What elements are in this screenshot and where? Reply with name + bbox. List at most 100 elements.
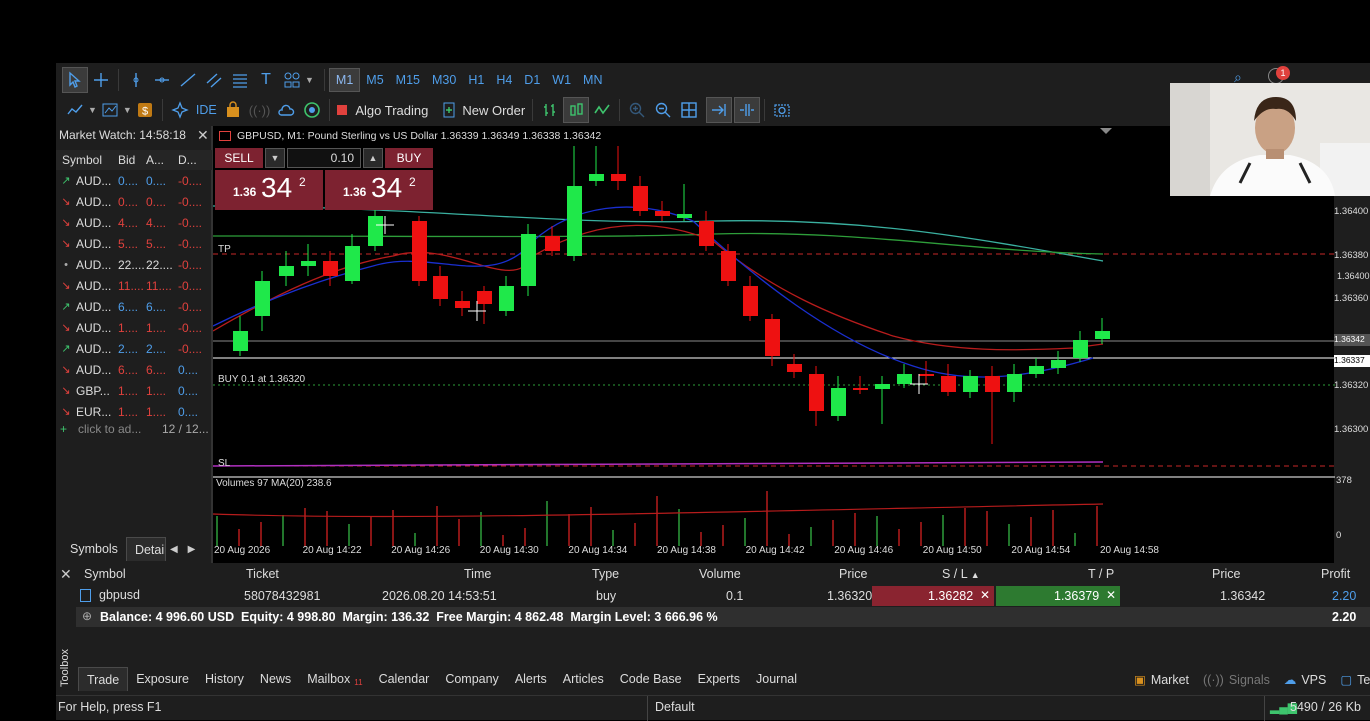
toolbox-side-label[interactable]: Toolbox bbox=[56, 643, 74, 693]
new-order-button[interactable]: New Order bbox=[437, 97, 528, 123]
line-chart-type-icon[interactable] bbox=[589, 97, 615, 123]
tab-code-base[interactable]: Code Base bbox=[612, 667, 690, 691]
tab-details[interactable]: Detail bbox=[125, 537, 166, 561]
position-row[interactable]: gbpusd 58078432981 2026.08.20 14:53:51 b… bbox=[76, 586, 1370, 606]
column-header-time[interactable]: Time bbox=[464, 567, 491, 581]
chart-shift-icon[interactable] bbox=[734, 97, 761, 123]
buy-label[interactable]: BUY bbox=[385, 148, 433, 168]
horizontal-line-icon[interactable] bbox=[149, 67, 175, 93]
tile-windows-icon[interactable] bbox=[676, 97, 702, 123]
buy-button[interactable]: 1.36 34 2 bbox=[325, 170, 433, 210]
tab-calendar[interactable]: Calendar bbox=[371, 667, 438, 691]
chart-window[interactable]: GBPUSD, M1: Pound Sterling vs US Dollar … bbox=[212, 126, 1370, 563]
algo-trading-button[interactable]: Algo Trading bbox=[334, 97, 431, 123]
column-header-sl[interactable]: S / L ▲ bbox=[942, 567, 980, 581]
profile-name[interactable]: Default bbox=[655, 700, 695, 714]
column-header-symbol[interactable]: Symbol bbox=[56, 153, 118, 167]
close-market-watch-icon[interactable]: ✕ bbox=[197, 127, 209, 144]
cursor-tool-icon[interactable] bbox=[62, 67, 88, 93]
remove-sl-icon[interactable]: ✕ bbox=[980, 588, 990, 602]
tab-exposure[interactable]: Exposure bbox=[128, 667, 197, 691]
chevron-down-icon[interactable]: ▼ bbox=[123, 105, 132, 115]
column-header-bid[interactable]: Bid bbox=[118, 153, 146, 167]
tab-journal[interactable]: Journal bbox=[748, 667, 805, 691]
tab-trade[interactable]: Trade bbox=[78, 667, 129, 691]
market-watch-row[interactable]: ↘ AUD... 6.... 6.... 0.... bbox=[56, 359, 210, 380]
timeframe-m1[interactable]: M1 bbox=[328, 68, 361, 92]
market-watch-row[interactable]: ↘ AUD... 11.... 11.... -0.... bbox=[56, 275, 210, 296]
timeframe-mn[interactable]: MN bbox=[577, 68, 608, 92]
position-label[interactable]: BUY 0.1 at 1.36320 bbox=[218, 374, 305, 385]
strategy-wizard-icon[interactable] bbox=[167, 97, 193, 123]
chevron-down-icon[interactable]: ▼ bbox=[88, 105, 97, 115]
trendline-icon[interactable] bbox=[175, 67, 201, 93]
screenshot-icon[interactable] bbox=[769, 97, 795, 123]
timeframe-w1[interactable]: W1 bbox=[546, 68, 577, 92]
column-header-volume[interactable]: Volume bbox=[699, 567, 741, 581]
timeframe-m15[interactable]: M15 bbox=[390, 68, 426, 92]
market-watch-row[interactable]: ↘ GBP... 1.... 1.... 0.... bbox=[56, 380, 210, 401]
bar-chart-icon[interactable] bbox=[537, 97, 563, 123]
dollar-icon[interactable]: $ bbox=[132, 97, 158, 123]
column-header-type[interactable]: Type bbox=[592, 567, 619, 581]
column-header-profit[interactable]: Profit bbox=[1321, 567, 1350, 581]
signals-link[interactable]: Signals bbox=[1229, 673, 1270, 687]
expand-summary-icon[interactable]: ⊕ bbox=[82, 609, 92, 623]
ide-button[interactable]: IDE bbox=[193, 97, 220, 123]
market-watch-row[interactable]: ↗ AUD... 2.... 2.... -0.... bbox=[56, 338, 210, 359]
market-watch-row[interactable]: ↗ AUD... 0.... 0.... -0.... bbox=[56, 170, 210, 191]
timeframe-m30[interactable]: M30 bbox=[426, 68, 462, 92]
tab-symbols[interactable]: Symbols bbox=[62, 537, 126, 561]
chevron-down-icon[interactable]: ▼ bbox=[305, 75, 314, 85]
timeframe-m5[interactable]: M5 bbox=[360, 68, 389, 92]
sell-label[interactable]: SELL bbox=[215, 148, 263, 168]
vps-link[interactable]: VPS bbox=[1301, 673, 1326, 687]
tab-history[interactable]: History bbox=[197, 667, 252, 691]
cloud-icon[interactable] bbox=[273, 97, 299, 123]
timeframe-h4[interactable]: H4 bbox=[490, 68, 518, 92]
market-watch-row[interactable]: ↘ AUD... 4.... 4.... -0.... bbox=[56, 212, 210, 233]
channel-icon[interactable] bbox=[201, 67, 227, 93]
remove-tp-icon[interactable]: ✕ bbox=[1106, 588, 1116, 602]
close-toolbox-icon[interactable]: ✕ bbox=[60, 566, 72, 583]
text-tool-icon[interactable]: T bbox=[253, 67, 279, 93]
market-watch-row[interactable]: ↘ AUD... 0.... 0.... -0.... bbox=[56, 191, 210, 212]
market-watch-row[interactable]: ↘ AUD... 1.... 1.... -0.... bbox=[56, 317, 210, 338]
line-chart-icon[interactable] bbox=[62, 97, 88, 123]
market-link[interactable]: Market bbox=[1151, 673, 1189, 687]
lot-size-input[interactable]: 0.10 bbox=[287, 148, 361, 168]
signals-radio-icon[interactable]: ((·)) bbox=[246, 97, 274, 123]
zoom-out-icon[interactable] bbox=[650, 97, 676, 123]
column-header-tp[interactable]: T / P bbox=[1088, 567, 1114, 581]
sell-button[interactable]: 1.36 34 2 bbox=[215, 170, 323, 210]
market-watch-row[interactable]: • AUD... 22.... 22.... -0.... bbox=[56, 254, 210, 275]
tab-articles[interactable]: Articles bbox=[555, 667, 612, 691]
timeframe-h1[interactable]: H1 bbox=[462, 68, 490, 92]
add-symbol-row[interactable]: + click to ad... 12 / 12... bbox=[60, 422, 210, 436]
tab-news[interactable]: News bbox=[252, 667, 299, 691]
position-tp-cell[interactable]: 1.36379 ✕ bbox=[996, 586, 1120, 606]
vertical-line-icon[interactable] bbox=[123, 67, 149, 93]
auto-scroll-icon[interactable] bbox=[706, 97, 733, 123]
tab-experts[interactable]: Experts bbox=[690, 667, 748, 691]
zoom-in-icon[interactable] bbox=[624, 97, 650, 123]
candlestick-chart-icon[interactable] bbox=[563, 97, 590, 123]
timeframe-d1[interactable]: D1 bbox=[518, 68, 546, 92]
market-watch-row[interactable]: ↘ EUR... 1.... 1.... 0.... bbox=[56, 401, 210, 422]
tab-scroll-right-icon[interactable]: ▶ bbox=[188, 544, 196, 555]
tab-mailbox[interactable]: Mailbox 11 bbox=[299, 667, 370, 691]
market-bag-icon[interactable] bbox=[220, 97, 246, 123]
column-header-current-price[interactable]: Price bbox=[1212, 567, 1240, 581]
shapes-icon[interactable] bbox=[279, 67, 305, 93]
tab-company[interactable]: Company bbox=[437, 667, 507, 691]
column-header-price[interactable]: Price bbox=[839, 567, 867, 581]
lot-decrease-icon[interactable]: ▼ bbox=[265, 148, 285, 168]
crosshair-tool-icon[interactable] bbox=[88, 67, 114, 93]
column-header-change[interactable]: D... bbox=[178, 153, 208, 167]
column-header-ticket[interactable]: Ticket bbox=[246, 567, 279, 581]
column-header-symbol[interactable]: Symbol bbox=[84, 567, 126, 581]
tester-link[interactable]: Tester bbox=[1357, 673, 1370, 687]
indicators-icon[interactable] bbox=[97, 97, 123, 123]
tab-alerts[interactable]: Alerts bbox=[507, 667, 555, 691]
market-watch-row[interactable]: ↘ AUD... 5.... 5.... -0.... bbox=[56, 233, 210, 254]
